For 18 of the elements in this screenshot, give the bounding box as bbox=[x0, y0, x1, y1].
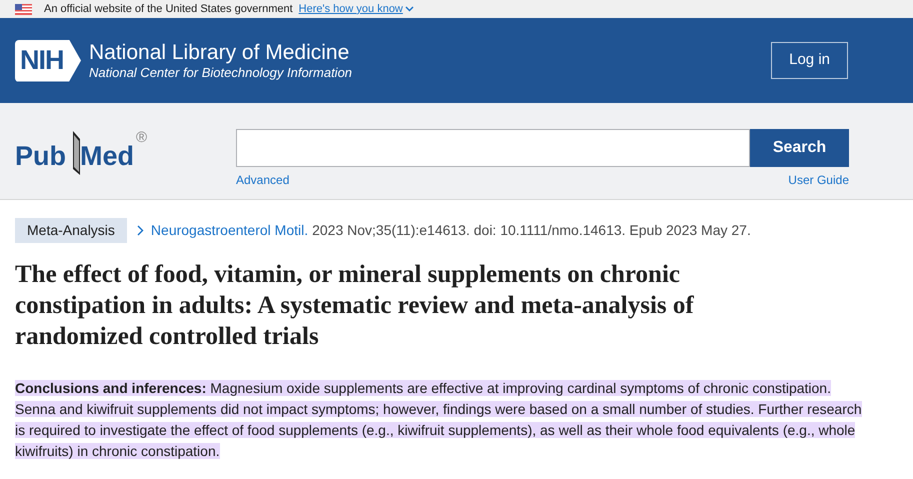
flag-icon bbox=[15, 4, 32, 14]
search-button[interactable]: Search bbox=[750, 129, 849, 167]
banner-text: An official website of the United States government bbox=[44, 2, 293, 17]
publication-type-tag: Meta-Analysis bbox=[15, 218, 127, 243]
user-guide-link[interactable]: User Guide bbox=[788, 171, 849, 189]
how-you-know-link[interactable]: Here's how you know bbox=[298, 0, 414, 18]
login-button[interactable]: Log in bbox=[771, 42, 848, 79]
abstract-conclusions: Conclusions and inferences: Magnesium oxide supplements are effective at improving cardinal symptoms of chronic constipation. Senna and kiwifruit supplements did not impact symptoms; however, findings were based on a small number of studies. Further research is required to investigate the effect of food supplements (e.g., kiwifruit supplements), as well as their whole food equivalents (e.g., whole kiwifruits) in chronic constipation. bbox=[15, 379, 863, 461]
chevron-right-icon bbox=[136, 225, 144, 236]
journal-link[interactable]: Neurogastroenterol Motil. bbox=[150, 220, 308, 241]
citation-text: 2023 Nov;35(11):e14613. doi: 10.1111/nmo.14613. Epub 2023 May 27. bbox=[312, 221, 751, 240]
site-subtitle: National Center for Biotechnology Information bbox=[89, 64, 352, 80]
article-title: The effect of food, vitamin, or mineral supplements on chronic constipation in adults: A systematic review and meta-analysis of randomized controlled trials bbox=[15, 260, 695, 352]
chevron-down-icon bbox=[404, 6, 414, 12]
advanced-link[interactable]: Advanced bbox=[236, 171, 290, 189]
nih-logo[interactable]: NIH bbox=[15, 40, 81, 82]
site-title[interactable]: National Library of Medicine bbox=[89, 40, 352, 64]
search-field[interactable] bbox=[236, 129, 750, 167]
